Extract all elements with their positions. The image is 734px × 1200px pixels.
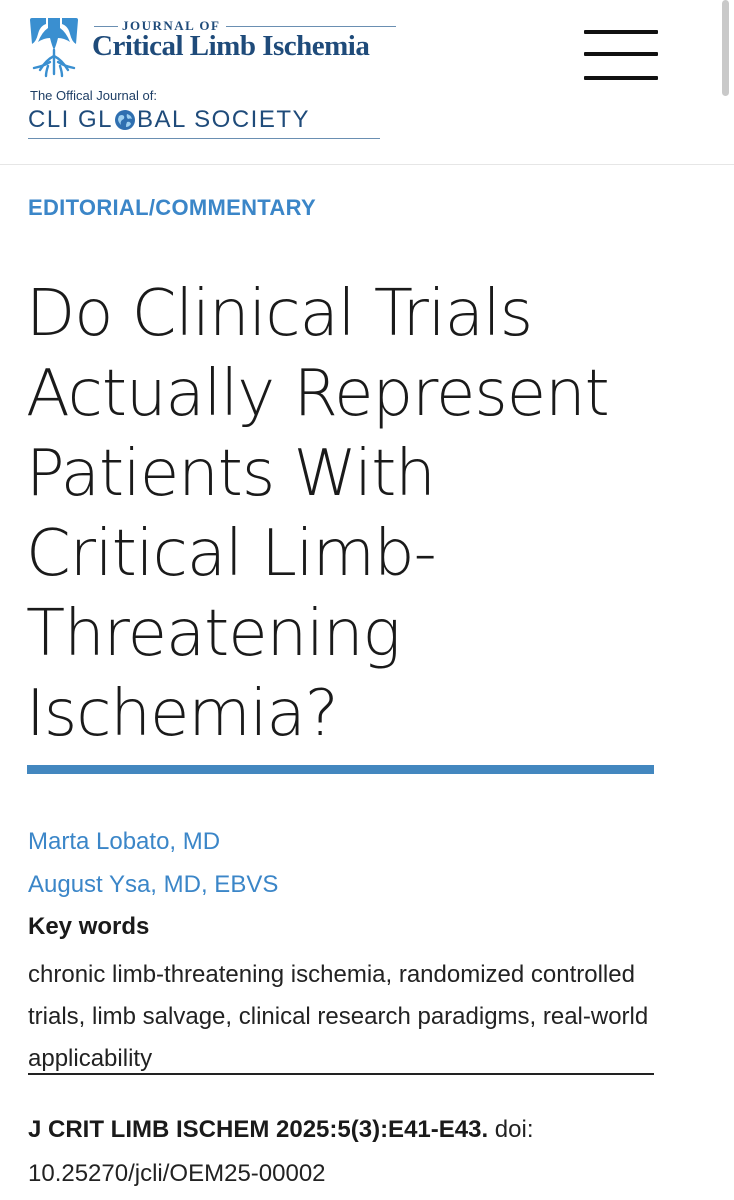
globe-icon	[115, 110, 136, 130]
keywords-divider	[28, 1073, 654, 1075]
scrollbar[interactable]	[722, 0, 729, 96]
menu-bar	[584, 52, 658, 56]
journal-name: Critical Limb Ischemia	[92, 30, 370, 62]
author-link[interactable]: August Ysa, MD, EBVS	[28, 871, 278, 899]
site-header: JOURNAL OF Critical Limb Ischemia The Of…	[0, 0, 734, 165]
journal-logo[interactable]: JOURNAL OF Critical Limb Ischemia The Of…	[26, 14, 406, 144]
hamburger-menu-icon[interactable]	[584, 28, 658, 84]
title-divider	[27, 765, 654, 774]
society-prefix: CLI GL	[28, 106, 114, 133]
article-section-label[interactable]: EDITORIAL/COMMENTARY	[28, 195, 316, 221]
official-journal-label: The Offical Journal of:	[30, 88, 157, 103]
keywords-heading: Key words	[28, 913, 150, 940]
citation: J CRIT LIMB ISCHEM 2025:5(3):E41-E43. do…	[28, 1108, 668, 1196]
tree-roots-icon	[30, 18, 78, 78]
menu-bar	[584, 30, 658, 34]
author-link[interactable]: Marta Lobato, MD	[28, 828, 220, 856]
citation-reference: J CRIT LIMB ISCHEM 2025:5(3):E41-E43.	[28, 1116, 489, 1143]
society-name: CLI GL BAL SOCIETY	[28, 106, 310, 134]
society-underline	[28, 138, 380, 139]
society-suffix: BAL SOCIETY	[137, 106, 311, 133]
keywords-list: chronic limb-threatening ischemia, rando…	[28, 961, 649, 1072]
menu-bar	[584, 76, 658, 80]
article-title: Do Clinical Trials Actually Represent Pa…	[26, 277, 610, 751]
